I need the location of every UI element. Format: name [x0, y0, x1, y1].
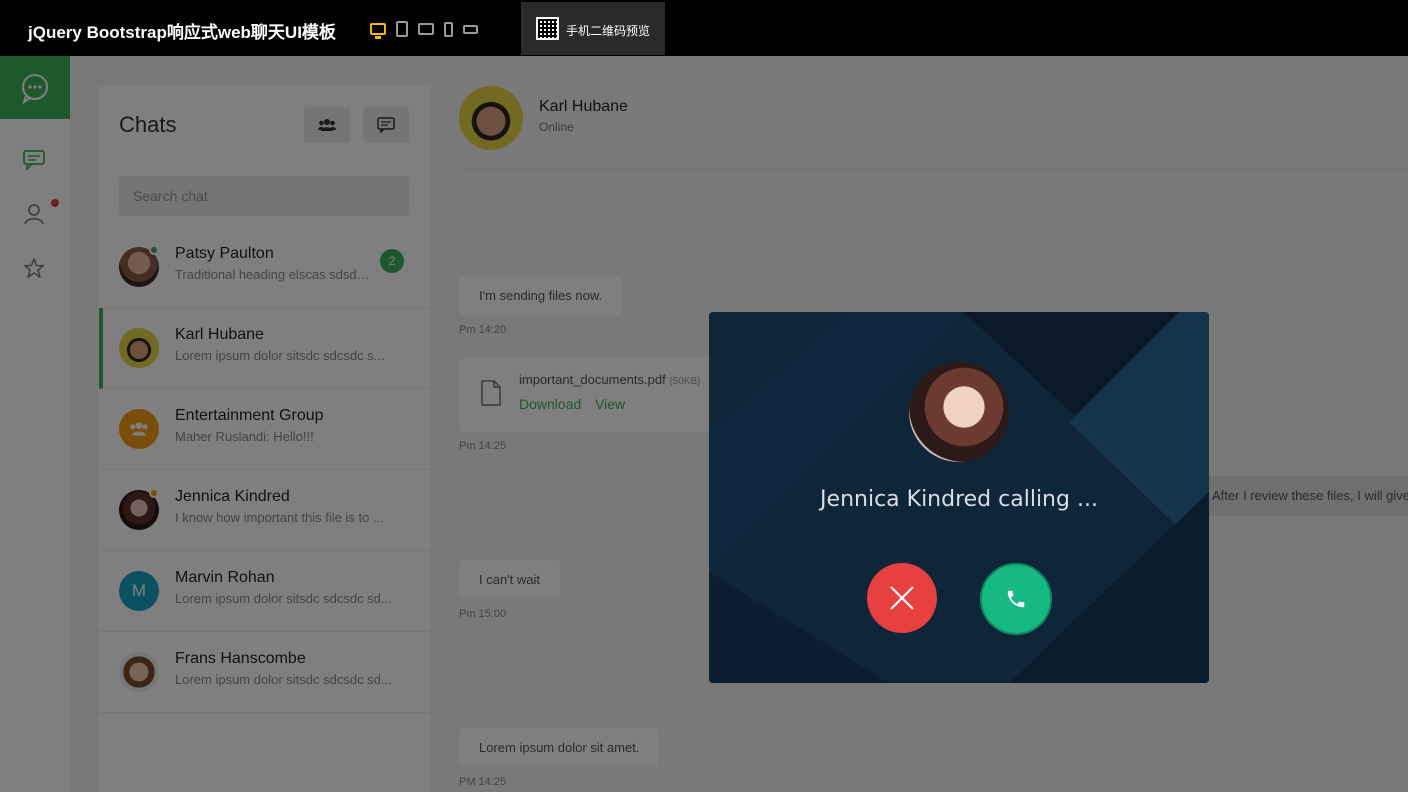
phone-landscape-icon[interactable] — [463, 24, 478, 34]
incoming-call-modal: Jennica Kindred calling ... — [709, 312, 1209, 683]
accept-call-button[interactable] — [980, 563, 1052, 635]
demo-title: jQuery Bootstrap响应式web聊天UI模板 — [28, 23, 336, 42]
caller-avatar — [909, 362, 1009, 462]
phone-icon[interactable] — [444, 21, 453, 37]
desktop-icon[interactable] — [370, 23, 386, 39]
caller-text: Jennica Kindred calling ... — [820, 487, 1098, 512]
tablet-icon[interactable] — [396, 21, 408, 37]
demo-topbar: jQuery Bootstrap响应式web聊天UI模板 手机二维码预览 — [0, 0, 1408, 56]
qr-code-icon — [536, 17, 559, 40]
tablet-landscape-icon[interactable] — [418, 23, 434, 35]
device-switcher — [370, 20, 478, 39]
phone-icon — [1007, 590, 1025, 608]
reject-call-button[interactable] — [867, 563, 937, 633]
qr-preview-button[interactable]: 手机二维码预览 — [521, 2, 665, 55]
qr-preview-label: 手机二维码预览 — [566, 24, 651, 38]
close-icon — [890, 586, 914, 610]
